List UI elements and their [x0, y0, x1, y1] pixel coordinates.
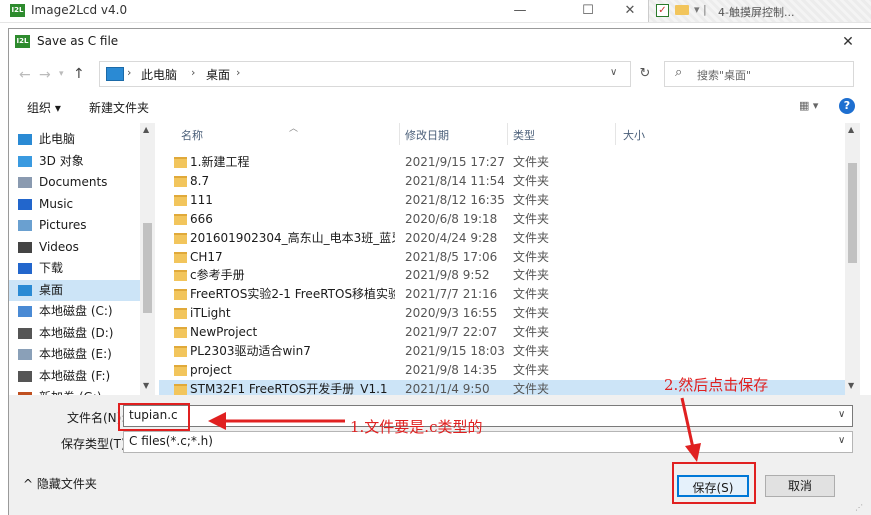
arrow-to-filename	[208, 412, 345, 430]
arrow-to-save	[680, 397, 701, 462]
arrow-line	[680, 397, 695, 449]
arrowhead-icon	[685, 443, 701, 462]
annotation-note-2: 2.然后点击保存	[664, 376, 769, 394]
annotation-note-1: 1.文件要是.c类型的	[350, 418, 483, 436]
arrowhead-icon	[208, 412, 226, 430]
